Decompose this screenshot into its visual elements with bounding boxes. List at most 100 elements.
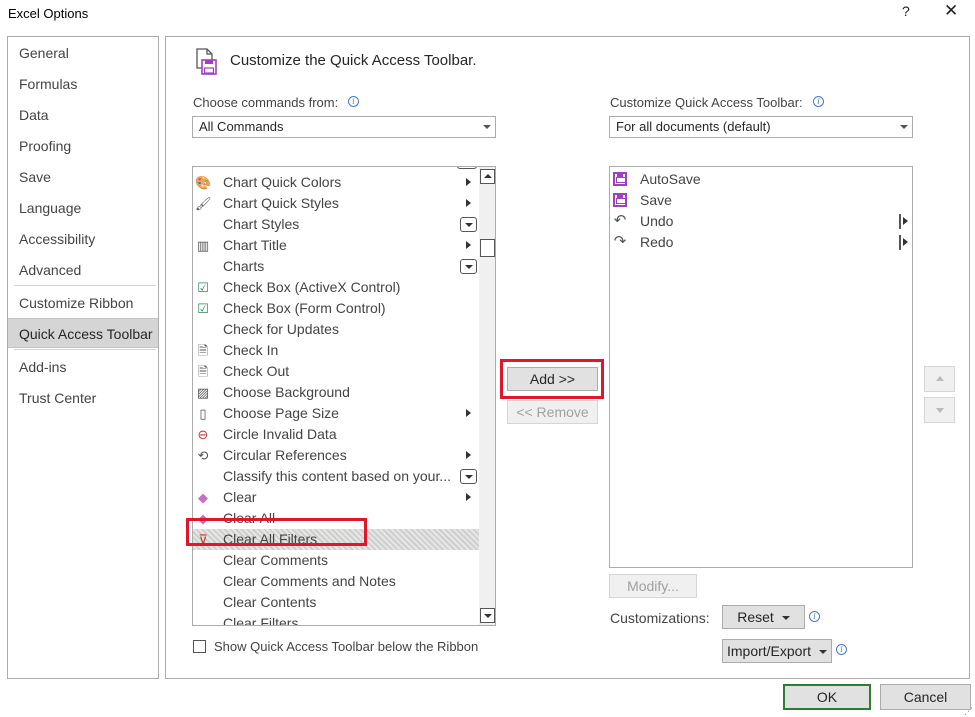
help-button[interactable]: ? <box>902 3 910 19</box>
command-row[interactable]: ◆ Clear <box>193 487 479 508</box>
commands-list[interactable]: 🎨 Chart Quick Colors 🖌 Chart Quick Styles Ch… <box>192 166 496 626</box>
command-row[interactable]: 🗎 Check In <box>193 340 479 361</box>
page-title: Customize the Quick Access Toolbar. <box>230 52 477 69</box>
nav-item-save[interactable]: Save <box>8 162 158 192</box>
add-button[interactable]: Add >> <box>507 367 598 391</box>
submenu-arrow-icon <box>466 241 471 249</box>
circular-ref-icon: ⟲ <box>197 448 209 463</box>
title-bar: Excel Options ? ✕ <box>0 0 975 28</box>
nav-item-advanced[interactable]: Advanced <box>8 255 158 285</box>
info-icon: i <box>836 644 847 655</box>
nav-item-language[interactable]: Language <box>8 193 158 223</box>
nav-item-proofing[interactable]: Proofing <box>8 131 158 161</box>
scroll-up-button[interactable] <box>480 169 495 184</box>
command-row[interactable]: Clear Comments <box>193 550 479 571</box>
command-row[interactable]: ⊖ Circle Invalid Data <box>193 424 479 445</box>
command-row[interactable]: ▨ Choose Background <box>193 382 479 403</box>
toolbar-item-label: Redo <box>640 234 674 250</box>
info-icon: i <box>348 96 359 107</box>
command-row[interactable]: Check for Updates <box>193 319 479 340</box>
command-row[interactable]: Clear Filters <box>193 613 479 625</box>
picture-icon: ▨ <box>196 385 210 400</box>
command-row[interactable]: Chart Styles <box>193 214 479 235</box>
command-row[interactable]: ☑ Check Box (Form Control) <box>193 298 479 319</box>
cancel-button[interactable]: Cancel <box>880 684 971 710</box>
command-label: Check Out <box>223 363 290 379</box>
command-row[interactable]: Charts <box>193 256 479 277</box>
command-row[interactable]: 🗎 Check Out <box>193 361 479 382</box>
check-out-icon: 🗎 <box>197 364 209 379</box>
toolbar-item-label: Undo <box>640 213 674 229</box>
close-button[interactable]: ✕ <box>944 1 958 21</box>
resize-grip-icon[interactable]: ⋰ <box>964 706 973 717</box>
nav-item-general[interactable]: General <box>8 38 158 68</box>
undo-icon: ↶ <box>613 212 627 229</box>
command-label: Chart Title <box>223 237 287 253</box>
command-label: Check In <box>223 342 279 358</box>
chevron-down-icon <box>781 616 790 621</box>
nav-item-trust-center[interactable]: Trust Center <box>8 383 158 413</box>
palette-icon: 🎨 <box>195 175 212 190</box>
nav-item-add-ins[interactable]: Add-ins <box>8 352 158 382</box>
partial-dropdown-marker <box>457 167 477 169</box>
reset-button[interactable]: Reset <box>722 605 805 629</box>
save-icon <box>612 171 628 187</box>
toolbar-item-row[interactable]: Save <box>610 190 910 211</box>
command-label: Chart Styles <box>223 216 300 232</box>
move-down-button[interactable] <box>924 397 955 423</box>
ok-button[interactable]: OK <box>783 684 871 710</box>
command-row[interactable]: 🎨 Chart Quick Colors <box>193 172 479 193</box>
customize-toolbar-label: Customize Quick Access Toolbar: <box>610 95 803 110</box>
command-label: Classify this content based on your... <box>223 468 452 484</box>
nav-divider <box>14 349 156 350</box>
import-export-button[interactable]: Import/Export <box>722 639 832 663</box>
nav-item-accessibility[interactable]: Accessibility <box>8 224 158 254</box>
command-row[interactable]: ▯ Choose Page Size <box>193 403 479 424</box>
customize-toolbar-dropdown[interactable]: For all documents (default) <box>609 116 913 138</box>
command-row[interactable]: 🖌 Chart Quick Styles <box>193 193 479 214</box>
options-nav: General Formulas Data Proofing Save Lang… <box>7 36 159 679</box>
dropdown-marker-icon <box>460 259 477 274</box>
chart-title-icon: ▥ <box>196 238 210 253</box>
commands-scrollbar[interactable] <box>479 167 495 625</box>
nav-item-customize-ribbon[interactable]: Customize Ribbon <box>8 288 158 318</box>
submenu-arrow-icon <box>466 409 471 417</box>
nav-item-data[interactable]: Data <box>8 100 158 130</box>
show-below-ribbon-checkbox[interactable] <box>193 640 206 653</box>
command-label: Clear Contents <box>223 594 317 610</box>
submenu-arrow-icon <box>466 199 471 207</box>
show-below-ribbon-label[interactable]: Show Quick Access Toolbar below the Ribb… <box>214 639 478 654</box>
choose-commands-value: All Commands <box>199 119 284 134</box>
toolbar-item-row[interactable]: AutoSave <box>610 169 910 190</box>
command-row[interactable]: ▥ Chart Title <box>193 235 479 256</box>
choose-commands-dropdown[interactable]: All Commands <box>192 116 496 138</box>
submenu-arrow-icon <box>466 451 471 459</box>
scroll-thumb[interactable] <box>480 239 495 257</box>
info-icon: i <box>813 96 824 107</box>
submenu-arrow-icon <box>466 493 471 501</box>
submenu-arrow-icon <box>903 238 908 246</box>
nav-item-formulas[interactable]: Formulas <box>8 69 158 99</box>
modify-button[interactable]: Modify... <box>609 574 697 598</box>
scroll-down-button[interactable] <box>480 608 495 623</box>
toolbar-items-list[interactable]: AutoSave Save ↶ Undo ↷ Redo <box>609 166 913 568</box>
toolbar-item-row[interactable]: ↶ Undo <box>610 211 910 232</box>
command-label: Chart Quick Colors <box>223 174 342 190</box>
command-row[interactable]: ⟲ Circular References <box>193 445 479 466</box>
command-row[interactable]: Clear Comments and Notes <box>193 571 479 592</box>
move-up-button[interactable] <box>924 366 955 392</box>
customize-toolbar-value: For all documents (default) <box>616 119 771 134</box>
command-label: Clear Comments and Notes <box>223 573 396 589</box>
command-row[interactable]: Classify this content based on your... <box>193 466 479 487</box>
info-icon: i <box>809 611 820 622</box>
toolbar-item-row[interactable]: ↷ Redo <box>610 232 910 253</box>
remove-button[interactable]: << Remove <box>507 400 598 424</box>
command-row[interactable]: Clear Contents <box>193 592 479 613</box>
chevron-down-icon <box>483 125 491 129</box>
choose-commands-label: Choose commands from: <box>193 95 339 110</box>
eraser-icon: ◆ <box>198 490 208 505</box>
command-row[interactable]: ☑ Check Box (ActiveX Control) <box>193 277 479 298</box>
command-label: Circle Invalid Data <box>223 426 337 442</box>
redo-icon: ↷ <box>613 233 627 250</box>
nav-item-quick-access-toolbar[interactable]: Quick Access Toolbar <box>8 318 158 348</box>
